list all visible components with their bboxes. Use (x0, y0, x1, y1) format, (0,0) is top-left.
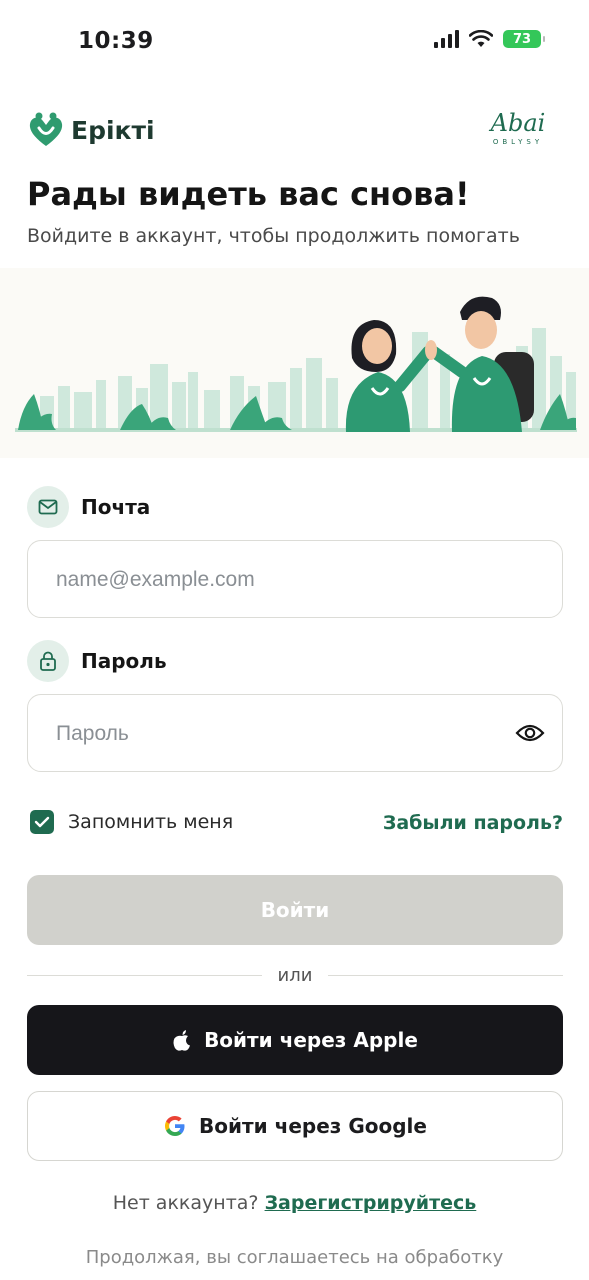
legal-text: Продолжая, вы соглашаетесь на обработку (85, 1247, 504, 1268)
apple-icon (173, 1030, 191, 1051)
password-field[interactable] (27, 694, 563, 773)
partner-logo-sub: OBLYSY (492, 138, 544, 146)
google-signin-button[interactable]: Войти через Google (27, 1091, 563, 1161)
volunteers-illustration (15, 296, 577, 432)
email-field[interactable] (27, 540, 563, 619)
mail-icon (27, 486, 69, 528)
wifi-icon (469, 30, 493, 47)
divider-line-right (328, 974, 563, 976)
status-time: 10:39 (78, 28, 154, 54)
signup-prompt: Нет аккаунта? Зарегистрируйтесь (0, 1192, 589, 1214)
page-title: Рады видеть вас снова! (27, 175, 470, 213)
password-label: Пароль (81, 649, 167, 673)
or-divider: или (27, 964, 563, 986)
page-subtitle: Войдите в аккаунт, чтобы продолжить помо… (27, 225, 520, 247)
hero-illustration (0, 268, 589, 458)
remember-label: Запомнить меня (68, 811, 234, 833)
or-text: или (277, 964, 313, 986)
battery-level: 73 (512, 31, 532, 47)
password-input[interactable] (54, 695, 498, 773)
remember-me[interactable]: Запомнить меня (30, 810, 233, 834)
forgot-password-link[interactable]: Забыли пароль? (383, 812, 563, 834)
signup-prompt-text: Нет аккаунта? (112, 1192, 259, 1214)
email-input[interactable] (54, 541, 498, 619)
partner-logo: Abai OBLYSY (473, 110, 563, 146)
google-signin-label: Войти через Google (199, 1114, 427, 1138)
google-icon (165, 1116, 185, 1136)
app-name: Ерікті (71, 115, 155, 145)
partner-logo-main: Abai (490, 109, 546, 137)
remember-checkbox[interactable] (30, 810, 54, 834)
status-indicators: 73 (434, 30, 545, 48)
login-button[interactable]: Войти (27, 875, 563, 945)
battery-icon: 73 (503, 30, 545, 48)
lock-icon (27, 640, 69, 682)
eye-icon[interactable] (514, 719, 546, 747)
app-logo: Ерікті (27, 112, 155, 148)
apple-signin-button[interactable]: Войти через Apple (27, 1005, 563, 1075)
divider-line-left (27, 974, 262, 976)
signup-link[interactable]: Зарегистрируйтесь (265, 1192, 477, 1214)
email-label-row: Почта (27, 486, 150, 528)
apple-signin-label: Войти через Apple (204, 1028, 418, 1052)
email-label: Почта (81, 495, 151, 519)
password-label-row: Пароль (27, 640, 167, 682)
heart-hands-icon (29, 112, 63, 146)
signal-icon (434, 30, 459, 48)
